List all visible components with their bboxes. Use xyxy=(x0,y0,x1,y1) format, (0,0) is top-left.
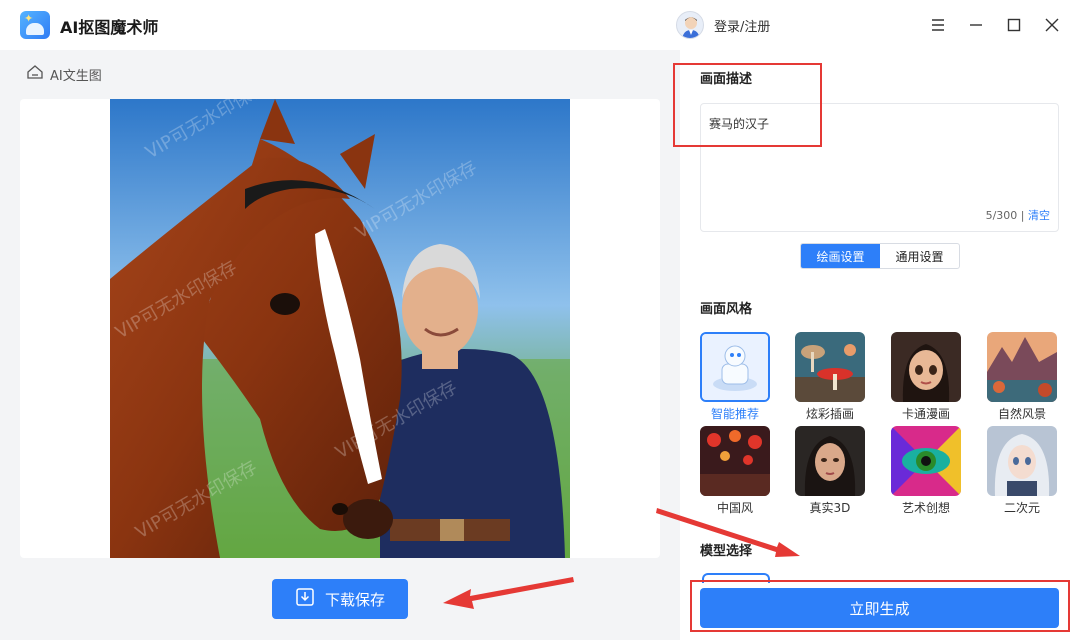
style-option-realistic-3d[interactable]: 真实3D xyxy=(795,426,865,516)
style-section-title: 画面风格 xyxy=(700,302,753,317)
user-avatar-icon[interactable] xyxy=(676,11,704,39)
style-label: 二次元 xyxy=(1003,501,1040,515)
app-title: AI抠图魔术师 xyxy=(60,18,159,37)
login-register-link[interactable]: 登录/注册 xyxy=(714,16,770,35)
breadcrumb[interactable]: AI文生图 xyxy=(26,64,102,84)
maximize-icon[interactable] xyxy=(1002,13,1026,37)
style-option-anime[interactable]: 二次元 xyxy=(987,426,1057,516)
style-option-nature[interactable]: 自然风景 xyxy=(987,332,1057,422)
counter-separator: | xyxy=(1020,209,1025,222)
robot-icon xyxy=(700,332,770,402)
description-text[interactable]: 赛马的汉子 xyxy=(709,115,769,132)
style-option-smart[interactable]: 智能推荐 xyxy=(700,332,770,422)
art-eye-thumb xyxy=(891,426,961,496)
model-section-title: 模型选择 xyxy=(700,544,753,559)
style-label: 自然风景 xyxy=(997,407,1046,421)
style-option-art[interactable]: 艺术创想 xyxy=(891,426,961,516)
realistic-portrait-thumb xyxy=(795,426,865,496)
tab-general-settings[interactable]: 通用设置 xyxy=(880,244,959,268)
minimize-icon[interactable] xyxy=(964,13,988,37)
chinese-lanterns-thumb xyxy=(700,426,770,496)
style-label: 真实3D xyxy=(809,501,851,515)
download-icon xyxy=(295,587,315,611)
style-label: 卡通漫画 xyxy=(901,407,950,421)
close-icon[interactable] xyxy=(1040,13,1064,37)
style-option-cartoon[interactable]: 卡通漫画 xyxy=(891,332,961,422)
landscape-thumb xyxy=(987,332,1057,402)
description-counter: 5/300 | 清空 xyxy=(986,207,1050,223)
download-save-button[interactable]: 下载保存 xyxy=(272,579,408,619)
app-logo-icon: ✦ xyxy=(20,11,50,39)
menu-icon[interactable] xyxy=(926,13,950,37)
home-back-icon xyxy=(26,64,44,84)
tab-drawing-settings[interactable]: 绘画设置 xyxy=(801,244,880,268)
anime-girl-thumb xyxy=(987,426,1057,496)
breadcrumb-label: AI文生图 xyxy=(50,68,102,84)
description-textarea[interactable]: 赛马的汉子 5/300 | 清空 xyxy=(700,103,1059,232)
clear-link[interactable]: 清空 xyxy=(1028,209,1050,222)
char-count: 5/300 xyxy=(985,209,1018,222)
style-label: 炫彩插画 xyxy=(805,407,854,421)
generated-image: VIP可无水印保存 VIP可无水印保存 VIP可无水印保存 VIP可无水印保存 … xyxy=(110,99,570,558)
description-title: 画面描述 xyxy=(700,72,753,87)
title-bar: ✦ AI抠图魔术师 登录/注册 xyxy=(0,0,1080,50)
style-label: 智能推荐 xyxy=(710,407,759,421)
style-label: 中国风 xyxy=(716,501,753,515)
style-option-chinese[interactable]: 中国风 xyxy=(700,426,770,516)
preview-card: VIP可无水印保存 VIP可无水印保存 VIP可无水印保存 VIP可无水印保存 … xyxy=(20,99,660,558)
mushroom-illustration-thumb xyxy=(795,332,865,402)
style-label: 艺术创想 xyxy=(901,501,950,515)
download-save-label: 下载保存 xyxy=(324,590,385,609)
settings-tabs: 绘画设置 通用设置 xyxy=(800,243,960,269)
model-option-partial[interactable] xyxy=(702,573,770,583)
generate-now-button[interactable]: 立即生成 xyxy=(700,588,1059,628)
style-option-colorful-illustration[interactable]: 炫彩插画 xyxy=(795,332,865,422)
cartoon-girl-thumb xyxy=(891,332,961,402)
arrow-to-download xyxy=(443,577,574,609)
